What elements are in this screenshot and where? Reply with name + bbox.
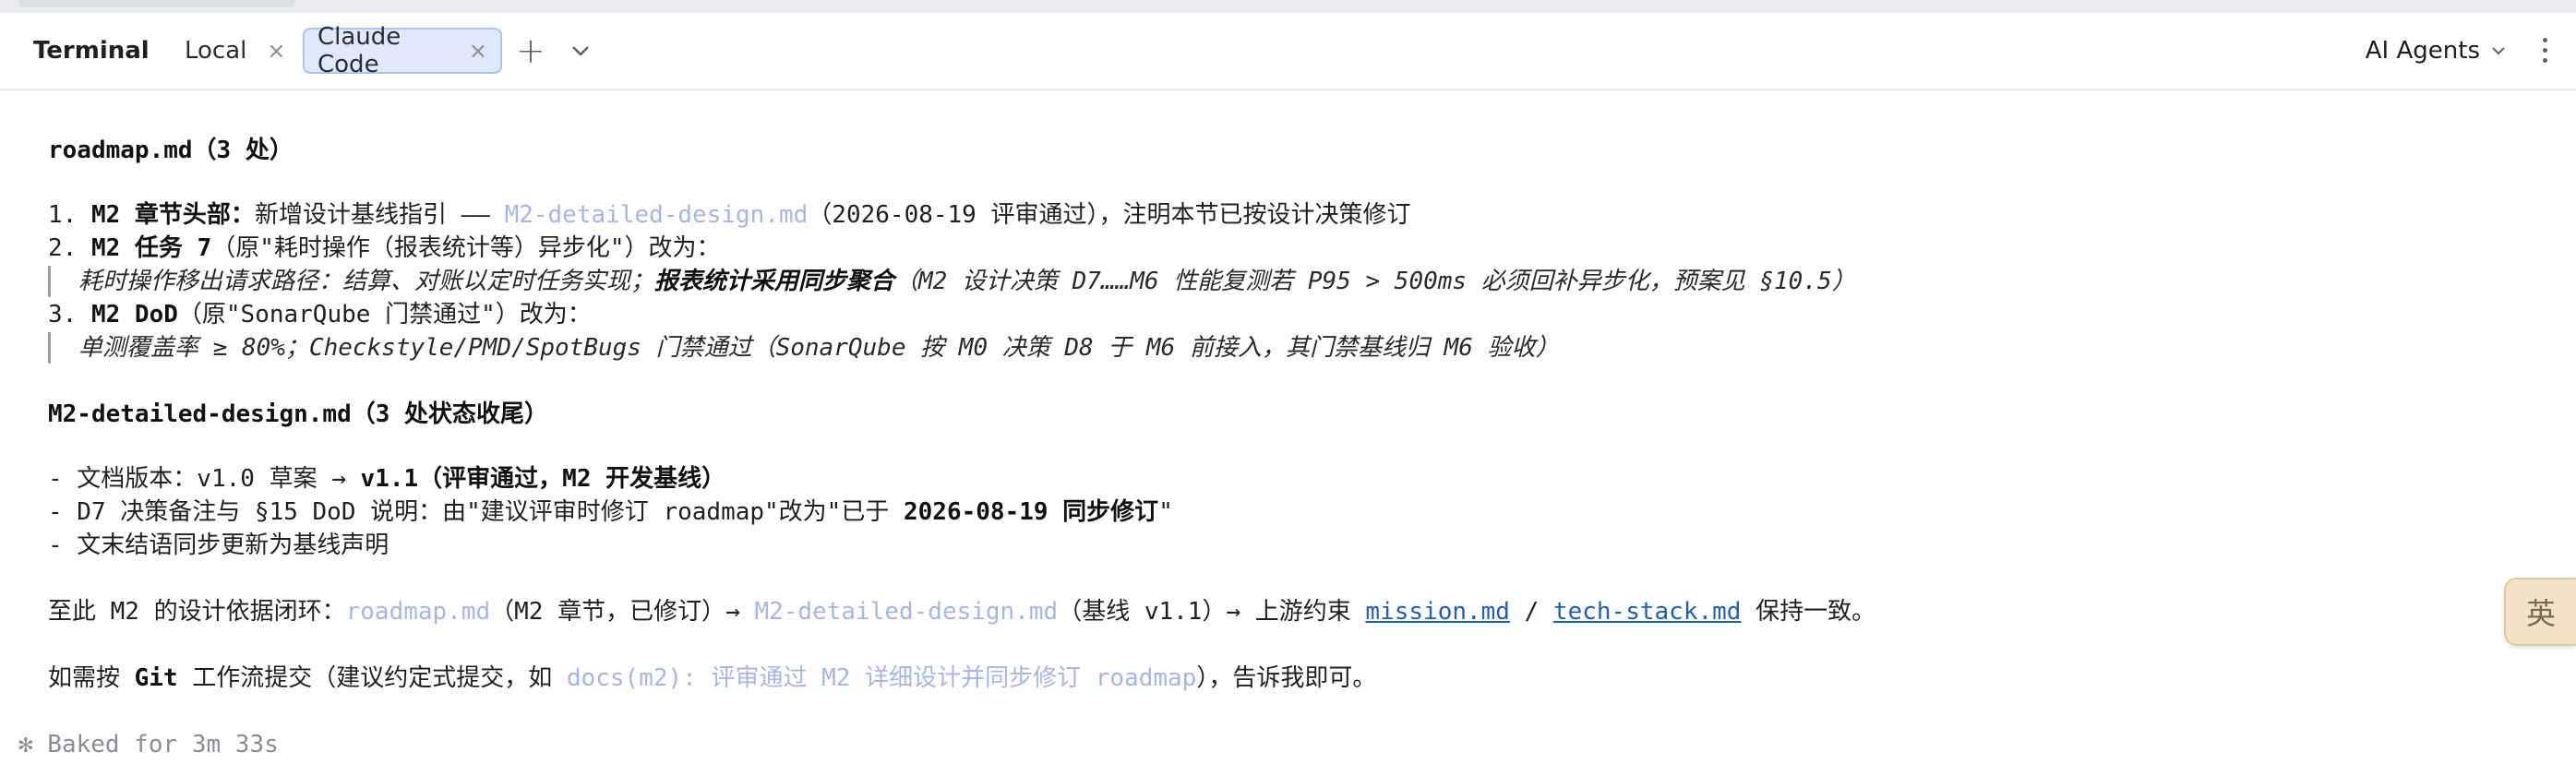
tab-claude-code-label: Claude Code <box>318 23 401 78</box>
list-item: 3. M2 DoD（原"SonarQube 门禁通过"）改为： <box>48 301 592 328</box>
more-options-icon[interactable] <box>2535 31 2554 68</box>
file-link[interactable]: M2-detailed-design.md <box>505 201 809 229</box>
tool-window-title: Terminal <box>33 37 150 65</box>
chevron-down-icon <box>2492 47 2505 55</box>
tab-dropdown-button[interactable] <box>563 33 598 68</box>
design-heading: M2-detailed-design.md（3 处状态收尾） <box>48 400 549 428</box>
window-top-strip <box>0 0 2576 13</box>
ai-agents-label: AI Agents <box>2365 37 2480 65</box>
roadmap-heading: roadmap.md（3 处） <box>48 137 294 164</box>
terminal-window: Terminal Local × Claude Code × + AI Agen… <box>0 13 2576 776</box>
commit-line: 如需按 Git 工作流提交（建议约定式提交，如 docs(m2): 评审通过 M… <box>48 664 1377 692</box>
close-icon[interactable]: × <box>267 38 285 64</box>
terminal-tab-bar: Terminal Local × Claude Code × + AI Agen… <box>0 13 2576 90</box>
quote-block: 耗时操作移出请求路径：结算、对账以定时任务实现；报表统计采用同步聚合（M2 设计… <box>48 266 1856 297</box>
terminal-output: roadmap.md（3 处） 1. M2 章节头部：新增设计基线指引 —— M… <box>0 90 2576 776</box>
quote-block: 单测覆盖率 ≥ 80%；Checkstyle/PMD/SpotBugs 门禁通过… <box>48 332 1560 364</box>
commit-message: docs(m2): 评审通过 M2 详细设计并同步修订 roadmap <box>566 664 1197 692</box>
summary-line: 至此 M2 的设计依据闭环：roadmap.md（M2 章节，已修订）→ M2-… <box>48 598 1876 626</box>
plus-icon: + <box>516 30 545 71</box>
file-link[interactable]: roadmap.md <box>346 598 491 626</box>
tab-claude-code[interactable]: Claude Code × <box>303 23 502 78</box>
file-link[interactable]: M2-detailed-design.md <box>754 598 1058 626</box>
list-item: - 文末结语同步更新为基线声明 <box>48 531 389 559</box>
ai-agents-dropdown[interactable]: AI Agents <box>2366 37 2506 65</box>
ime-indicator[interactable]: 英 <box>2504 578 2576 646</box>
close-icon[interactable]: × <box>469 38 487 64</box>
list-item: 1. M2 章节头部：新增设计基线指引 —— M2-detailed-desig… <box>48 201 1411 229</box>
list-item: 2. M2 任务 7（原"耗时操作（报表统计等）异步化"）改为： <box>48 234 721 262</box>
list-item: - 文档版本：v1.0 草案 → v1.1（评审通过，M2 开发基线） <box>48 465 726 493</box>
file-link[interactable]: mission.md <box>1365 598 1510 626</box>
tab-local-label: Local <box>185 37 247 65</box>
new-tab-button[interactable]: + <box>513 30 548 71</box>
window-top-chip <box>18 0 295 7</box>
tab-local[interactable]: Local × <box>172 28 299 74</box>
file-link[interactable]: tech-stack.md <box>1553 598 1742 626</box>
chevron-down-icon <box>572 46 589 56</box>
list-item: - D7 决策备注与 §15 DoD 说明：由"建议评审时修订 roadmap"… <box>48 498 1173 526</box>
status-line: ✻ Baked for 3m 33s <box>18 731 279 758</box>
